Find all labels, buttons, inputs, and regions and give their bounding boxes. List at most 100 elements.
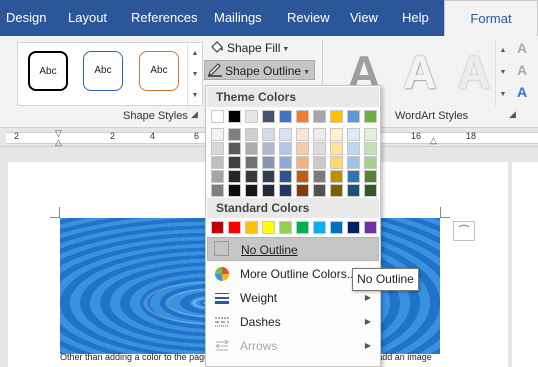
theme-color-swatch[interactable] (228, 110, 241, 123)
theme-color-shade-swatch[interactable] (245, 184, 258, 197)
theme-color-swatch[interactable] (296, 110, 309, 123)
shape-style-black[interactable]: Abc (28, 51, 68, 91)
theme-color-shade-swatch[interactable] (296, 156, 309, 169)
scroll-down-icon[interactable]: ▼ (188, 64, 202, 85)
theme-color-shade-swatch[interactable] (364, 142, 377, 155)
theme-color-swatch[interactable] (211, 110, 224, 123)
theme-color-shade-swatch[interactable] (279, 170, 292, 183)
theme-color-shade-swatch[interactable] (279, 142, 292, 155)
wordart-style-outline[interactable]: A (450, 44, 498, 100)
shape-style-blue[interactable]: Abc (83, 51, 123, 91)
theme-color-shade-swatch[interactable] (262, 142, 275, 155)
theme-color-shade-swatch[interactable] (330, 170, 343, 183)
theme-color-shade-swatch[interactable] (228, 142, 241, 155)
right-indent-icon[interactable]: △ (430, 135, 437, 146)
dashes-item[interactable]: Dashes ▶ (207, 310, 379, 334)
theme-color-shade-swatch[interactable] (262, 170, 275, 183)
theme-color-swatch[interactable] (347, 110, 360, 123)
theme-color-shade-swatch[interactable] (330, 156, 343, 169)
gallery-more-icon[interactable]: ▼ (496, 84, 510, 106)
tab-mailings[interactable]: Mailings (214, 0, 262, 36)
theme-color-shade-swatch[interactable] (347, 184, 360, 197)
standard-color-swatch[interactable] (296, 221, 309, 234)
theme-color-shade-swatch[interactable] (262, 156, 275, 169)
tab-view[interactable]: View (350, 0, 378, 36)
standard-color-swatch[interactable] (228, 221, 241, 234)
theme-color-swatch[interactable] (364, 110, 377, 123)
dialog-launcher-icon[interactable]: ◢ (509, 109, 516, 120)
theme-color-swatch[interactable] (245, 110, 258, 123)
theme-color-shade-swatch[interactable] (279, 184, 292, 197)
theme-color-shade-swatch[interactable] (211, 170, 224, 183)
theme-color-shade-swatch[interactable] (347, 142, 360, 155)
theme-color-shade-swatch[interactable] (228, 128, 241, 141)
theme-color-shade-swatch[interactable] (245, 156, 258, 169)
tab-format[interactable]: Format (444, 0, 538, 37)
theme-color-shade-swatch[interactable] (228, 170, 241, 183)
standard-color-swatch[interactable] (313, 221, 326, 234)
theme-color-swatch[interactable] (262, 110, 275, 123)
theme-color-shade-swatch[interactable] (330, 142, 343, 155)
tab-design[interactable]: Design (6, 0, 46, 36)
theme-color-shade-swatch[interactable] (228, 156, 241, 169)
text-fill-button[interactable]: A (517, 40, 527, 56)
theme-color-shade-swatch[interactable] (313, 156, 326, 169)
theme-color-shade-swatch[interactable] (330, 128, 343, 141)
theme-color-shade-swatch[interactable] (296, 170, 309, 183)
theme-color-shade-swatch[interactable] (296, 184, 309, 197)
scroll-up-icon[interactable]: ▲ (496, 40, 510, 62)
no-outline-item[interactable]: No Outline (207, 237, 379, 261)
shape-style-orange[interactable]: Abc (139, 51, 179, 91)
theme-color-shade-swatch[interactable] (330, 184, 343, 197)
standard-color-swatch[interactable] (330, 221, 343, 234)
standard-color-swatch[interactable] (262, 221, 275, 234)
theme-color-swatch[interactable] (330, 110, 343, 123)
theme-color-shade-swatch[interactable] (364, 184, 377, 197)
theme-color-shade-swatch[interactable] (211, 142, 224, 155)
wordart-gallery-scrollbar[interactable]: ▲ ▼ ▼ (495, 40, 510, 106)
tab-help[interactable]: Help (402, 0, 429, 36)
theme-color-shade-swatch[interactable] (313, 170, 326, 183)
theme-color-shade-swatch[interactable] (347, 170, 360, 183)
theme-color-shade-swatch[interactable] (228, 184, 241, 197)
theme-color-shade-swatch[interactable] (279, 128, 292, 141)
theme-color-shade-swatch[interactable] (211, 128, 224, 141)
theme-color-shade-swatch[interactable] (364, 156, 377, 169)
left-indent-icon[interactable]: △ (55, 137, 62, 148)
standard-color-swatch[interactable] (245, 221, 258, 234)
theme-color-shade-swatch[interactable] (364, 128, 377, 141)
text-outline-button[interactable]: A (517, 62, 527, 78)
text-effects-button[interactable]: A (517, 84, 527, 100)
gallery-more-icon[interactable]: ▼ (188, 85, 202, 106)
dialog-launcher-icon[interactable]: ◢ (191, 109, 198, 120)
gallery-scrollbar[interactable]: ▲ ▼ ▼ (187, 43, 202, 107)
theme-color-shade-swatch[interactable] (211, 184, 224, 197)
theme-color-shade-swatch[interactable] (347, 128, 360, 141)
theme-color-shade-swatch[interactable] (313, 184, 326, 197)
theme-color-shade-swatch[interactable] (313, 142, 326, 155)
theme-color-shade-swatch[interactable] (296, 128, 309, 141)
theme-color-shade-swatch[interactable] (313, 128, 326, 141)
shape-fill-button[interactable]: Shape Fill ▼ (209, 38, 289, 58)
theme-color-shade-swatch[interactable] (245, 128, 258, 141)
standard-color-swatch[interactable] (364, 221, 377, 234)
theme-color-shade-swatch[interactable] (347, 156, 360, 169)
theme-color-swatch[interactable] (313, 110, 326, 123)
layout-options-icon[interactable]: ⌒ (453, 221, 475, 241)
theme-color-shade-swatch[interactable] (364, 170, 377, 183)
theme-color-shade-swatch[interactable] (245, 142, 258, 155)
scroll-down-icon[interactable]: ▼ (496, 62, 510, 84)
tab-layout[interactable]: Layout (68, 0, 107, 36)
scroll-up-icon[interactable]: ▲ (188, 43, 202, 64)
theme-color-shade-swatch[interactable] (211, 156, 224, 169)
theme-color-shade-swatch[interactable] (262, 184, 275, 197)
arrows-item[interactable]: Arrows ▶ (207, 334, 379, 358)
wordart-style-white[interactable]: A (396, 44, 444, 100)
theme-color-shade-swatch[interactable] (296, 142, 309, 155)
standard-color-swatch[interactable] (347, 221, 360, 234)
standard-color-swatch[interactable] (279, 221, 292, 234)
theme-color-shade-swatch[interactable] (279, 156, 292, 169)
tab-references[interactable]: References (131, 0, 197, 36)
tab-review[interactable]: Review (287, 0, 330, 36)
theme-color-swatch[interactable] (279, 110, 292, 123)
